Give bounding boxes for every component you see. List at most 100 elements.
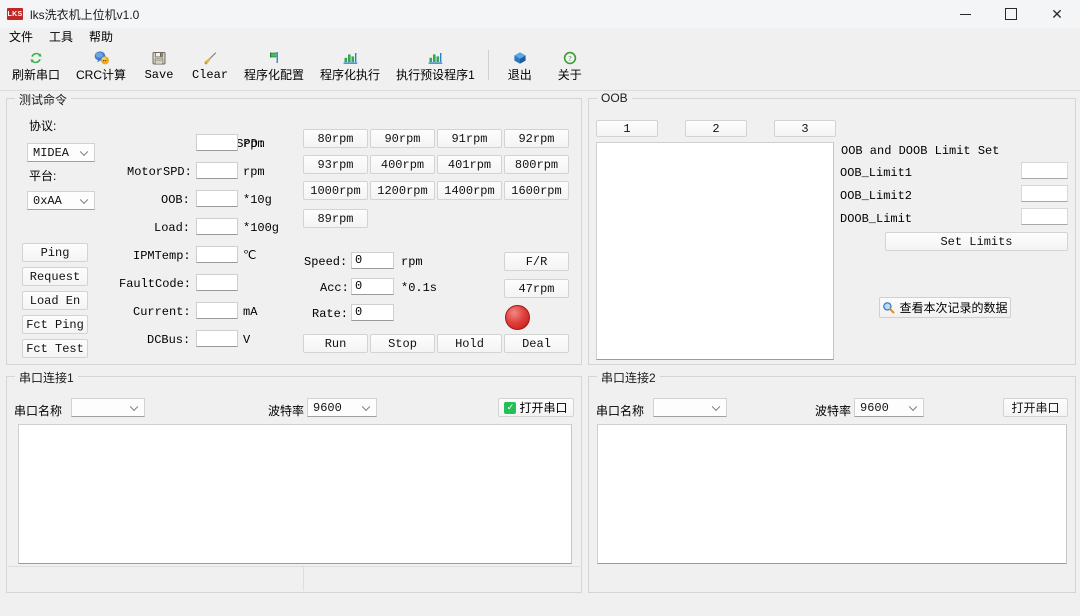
rpm-button-1000[interactable]: 1000rpm — [303, 181, 368, 200]
serial1-bottom-divider — [8, 566, 580, 567]
serial2-port-label: 串口名称 — [596, 404, 645, 418]
oob-tab-1[interactable]: 1 — [596, 120, 658, 137]
rpm-button-91[interactable]: 91rpm — [437, 129, 502, 148]
oob-limit1-input[interactable] — [1021, 162, 1068, 179]
toolbar-crc-calc[interactable]: CRC计算 — [68, 46, 134, 91]
toolbar-program-config[interactable]: 程序化配置 — [236, 46, 312, 91]
serial2-log-area[interactable] — [597, 424, 1067, 564]
toolbar-run-preset-1[interactable]: 执行预设程序1 — [388, 46, 483, 91]
platform-label: 平台: — [29, 169, 57, 183]
toolbar-program-config-label: 程序化配置 — [244, 68, 305, 82]
magnifier-icon — [882, 301, 895, 314]
broom-icon — [202, 49, 218, 66]
test-commands-title: 测试命令 — [15, 91, 72, 108]
rpm-button-400[interactable]: 400rpm — [370, 155, 435, 174]
serial1-port-label: 串口名称 — [14, 404, 63, 418]
title-bar: LKS lks洗衣机上位机v1.0 ✕ — [0, 0, 1080, 29]
serial2-open-button[interactable]: 打开串口 — [1003, 398, 1068, 417]
speed-label: Speed: — [304, 255, 348, 269]
speed-unit: rpm — [401, 255, 423, 269]
stop-button[interactable]: Stop — [370, 334, 435, 353]
serial1-open-toggle[interactable]: ✓ 打开串口 — [498, 398, 574, 417]
dcbus-value-unit: V — [243, 333, 251, 347]
protocol-select[interactable]: MIDEA — [27, 143, 95, 162]
request-button[interactable]: Request — [22, 267, 88, 286]
oob-limit2-input[interactable] — [1021, 185, 1068, 202]
menu-tools[interactable]: 工具 — [42, 28, 80, 46]
toolbar-refresh-serial-label: 刷新串口 — [12, 68, 61, 82]
rpm-button-1600[interactable]: 1600rpm — [504, 181, 569, 200]
rpm-button-92[interactable]: 92rpm — [504, 129, 569, 148]
oob-title: OOB — [597, 91, 632, 105]
drum-spd-field[interactable] — [196, 134, 238, 151]
run-button[interactable]: Run — [303, 334, 368, 353]
toolbar-save[interactable]: Save — [134, 46, 184, 91]
platform-select[interactable]: 0xAA — [27, 191, 95, 210]
ping-button[interactable]: Ping — [22, 243, 88, 262]
deal-button[interactable]: Deal — [504, 334, 569, 353]
fct-test-button[interactable]: Fct Test — [22, 339, 88, 358]
serial1-title: 串口连接1 — [15, 369, 78, 386]
view-records-button[interactable]: 查看本次记录的数据 — [879, 297, 1011, 318]
oob-value-field[interactable] — [196, 190, 238, 207]
minimize-button[interactable] — [942, 0, 988, 28]
rate-label: Rate: — [312, 307, 349, 321]
toolbar-save-label: Save — [144, 68, 174, 82]
ipm-temp-label: IPMTemp: — [133, 249, 191, 263]
rate-input[interactable]: 0 — [351, 304, 394, 321]
toolbar-clear[interactable]: Clear — [184, 46, 236, 91]
rpm-button-1400[interactable]: 1400rpm — [437, 181, 502, 200]
oob-tab-2[interactable]: 2 — [685, 120, 747, 137]
load-en-button[interactable]: Load En — [22, 291, 88, 310]
rpm-button-89[interactable]: 89rpm — [303, 209, 368, 228]
maximize-button[interactable] — [988, 0, 1034, 28]
oob-limit-header: OOB and DOOB Limit Set — [841, 144, 1000, 158]
acc-input[interactable]: 0 — [351, 278, 394, 295]
toolbar-run-preset-1-label: 执行预设程序1 — [396, 68, 475, 82]
load-value-unit: *100g — [243, 221, 280, 235]
doob-limit-input[interactable] — [1021, 208, 1068, 225]
flag-chart-icon — [266, 49, 282, 66]
rpm-button-800[interactable]: 800rpm — [504, 155, 569, 174]
current-value-field[interactable] — [196, 302, 238, 319]
toolbar-exit[interactable]: 退出 — [495, 46, 545, 91]
close-button[interactable]: ✕ — [1034, 0, 1080, 28]
oob-chart-area[interactable] — [596, 142, 834, 360]
rpm-button-401[interactable]: 401rpm — [437, 155, 502, 174]
fr-button[interactable]: F/R — [504, 252, 569, 271]
motor-spd-label: MotorSPD: — [127, 165, 192, 179]
oob-tab-3[interactable]: 3 — [774, 120, 836, 137]
menu-bar: 文件 工具 帮助 — [0, 28, 1080, 46]
current-value-unit: mA — [243, 305, 258, 319]
toolbar-refresh-serial[interactable]: 刷新串口 — [4, 46, 68, 91]
drum-spd-unit: rpm — [243, 137, 265, 151]
app-icon: LKS — [7, 8, 23, 20]
exit-cube-icon — [512, 49, 528, 66]
menu-help[interactable]: 帮助 — [82, 28, 120, 46]
rpm47-button[interactable]: 47rpm — [504, 279, 569, 298]
motor-spd-field[interactable] — [196, 162, 238, 179]
rpm-button-80[interactable]: 80rpm — [303, 129, 368, 148]
serial2-title: 串口连接2 — [597, 369, 660, 386]
dcbus-value-field[interactable] — [196, 330, 238, 347]
fault-code-field[interactable] — [196, 274, 238, 291]
hold-button[interactable]: Hold — [437, 334, 502, 353]
menu-file[interactable]: 文件 — [2, 28, 40, 46]
serial2-baud-select[interactable]: 9600 — [854, 398, 924, 417]
minimize-icon — [959, 13, 971, 15]
speed-input[interactable]: 0 — [351, 252, 394, 269]
rpm-button-90[interactable]: 90rpm — [370, 129, 435, 148]
fct-ping-button[interactable]: Fct Ping — [22, 315, 88, 334]
load-value-field[interactable] — [196, 218, 238, 235]
rpm-button-1200[interactable]: 1200rpm — [370, 181, 435, 200]
serial1-baud-select[interactable]: 9600 — [307, 398, 377, 417]
window-title: lks洗衣机上位机v1.0 — [30, 7, 140, 22]
serial1-port-select[interactable] — [71, 398, 145, 417]
toolbar-program-run[interactable]: 程序化执行 — [312, 46, 388, 91]
toolbar-about[interactable]: ? 关于 — [545, 46, 595, 91]
rpm-button-93[interactable]: 93rpm — [303, 155, 368, 174]
set-limits-button[interactable]: Set Limits — [885, 232, 1068, 251]
ipm-temp-field[interactable] — [196, 246, 238, 263]
serial2-port-select[interactable] — [653, 398, 727, 417]
serial1-log-area[interactable] — [18, 424, 572, 564]
